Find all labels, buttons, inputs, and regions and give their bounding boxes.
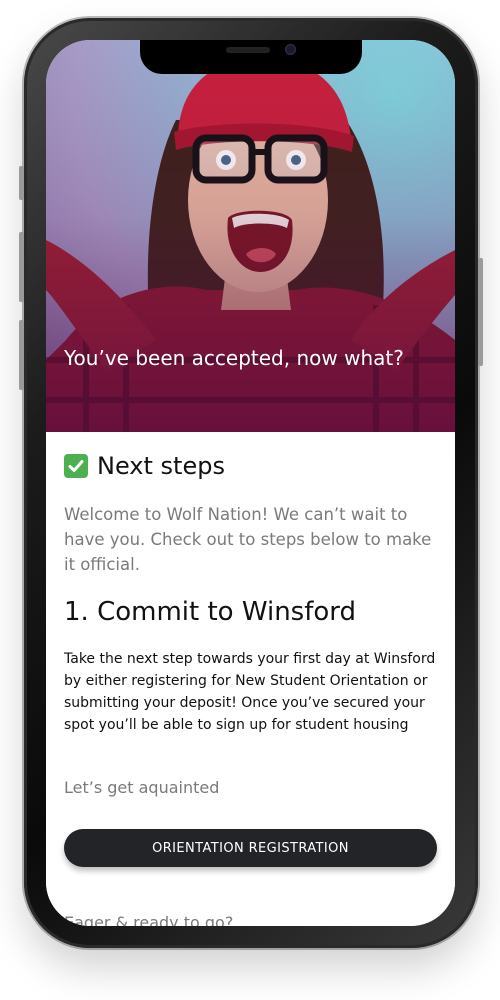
intro-text: Welcome to Wolf Nation! We can’t wait to… bbox=[64, 505, 432, 574]
front-camera bbox=[285, 44, 296, 55]
phone-screen: You’ve been accepted, now what? Next ste… bbox=[46, 40, 455, 926]
section-title: Next steps bbox=[97, 452, 225, 480]
step-description: Take the next step towards your first da… bbox=[64, 651, 436, 733]
acquainted-label: Let’s get aquainted bbox=[64, 778, 220, 797]
hero-title: You’ve been accepted, now what? bbox=[64, 346, 404, 370]
check-mark-icon bbox=[64, 454, 88, 478]
eager-label: Eager & ready to go? bbox=[64, 913, 234, 926]
content-panel: Next steps Welcome to Wolf Nation! We ca… bbox=[46, 432, 455, 926]
hero-banner: You’ve been accepted, now what? bbox=[46, 40, 455, 432]
phone-notch bbox=[140, 40, 362, 74]
orientation-registration-button[interactable]: ORIENTATION REGISTRATION bbox=[64, 829, 437, 867]
power-button bbox=[478, 258, 483, 366]
step-title: 1. Commit to Winsford bbox=[64, 597, 357, 627]
volume-down-button bbox=[19, 320, 24, 390]
volume-up-button bbox=[19, 232, 24, 302]
mute-switch bbox=[19, 166, 24, 200]
hero-gradient-overlay bbox=[46, 40, 455, 432]
section-heading: Next steps bbox=[64, 452, 225, 480]
speaker-grille bbox=[226, 47, 270, 53]
